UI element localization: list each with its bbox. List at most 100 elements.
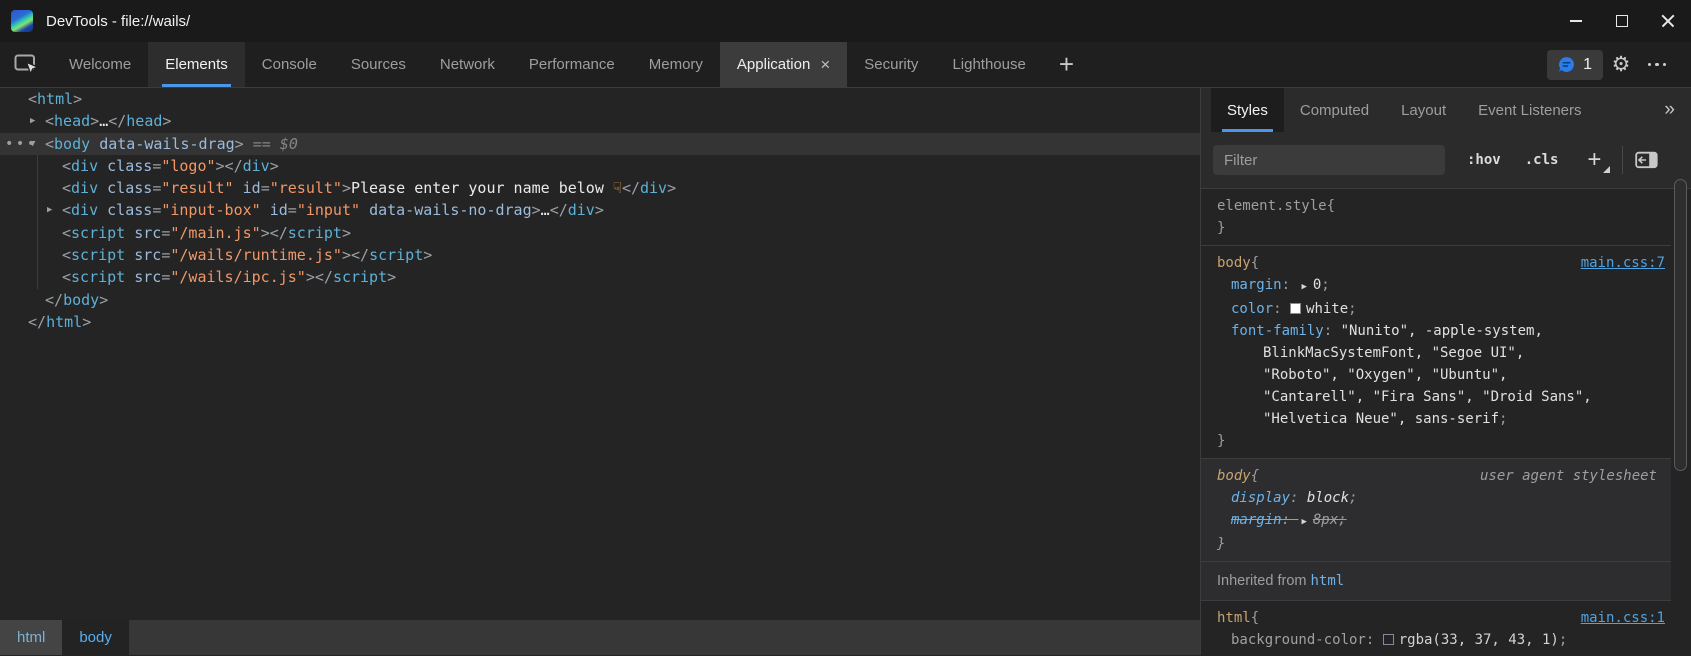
issues-bubble-icon [1558, 56, 1575, 73]
tab-welcome[interactable]: Welcome [52, 42, 148, 87]
property-value-wrap: "Helvetica Neue", sans-serif; [1217, 408, 1665, 430]
inherited-node-link[interactable]: html [1311, 573, 1345, 589]
dom-tree-row[interactable]: <script src="/main.js"></script> [0, 222, 1200, 244]
close-tab-icon[interactable]: × [820, 56, 830, 73]
rule-selector[interactable]: body [1217, 465, 1251, 487]
property-name: margin [1231, 277, 1282, 293]
more-options-button[interactable] [1639, 47, 1675, 83]
expand-arrow-icon[interactable]: ▶ [47, 199, 52, 221]
window-title: DevTools - file://wails/ [46, 13, 190, 30]
dom-breadcrumb: htmlbody [0, 620, 1200, 655]
rule-close-brace: } [1217, 430, 1665, 452]
property-value-wrap: "Roboto", "Oxygen", "Ubuntu", [1217, 364, 1665, 386]
expand-longhand-icon[interactable]: ▶ [1298, 276, 1312, 298]
tab-sources[interactable]: Sources [334, 42, 423, 87]
breadcrumb-item-html[interactable]: html [0, 620, 62, 655]
rule-selector[interactable]: element.style [1217, 195, 1327, 217]
tab-lighthouse[interactable]: Lighthouse [935, 42, 1042, 87]
rule-selector[interactable]: html [1217, 607, 1251, 629]
panel-arrow-icon [1635, 151, 1658, 169]
css-property[interactable]: margin: ▶0; [1217, 274, 1665, 298]
tab-label: Lighthouse [952, 56, 1025, 73]
tab-label: Console [262, 56, 317, 73]
inherited-from-label: Inherited from [1217, 573, 1311, 589]
dom-tree-row[interactable]: •••▼<body data-wails-drag> == $0 [0, 133, 1200, 155]
dom-tree-row[interactable]: ▶<head>…</head> [0, 110, 1200, 132]
plus-icon: + [1587, 146, 1601, 174]
add-tab-button[interactable]: + [1043, 42, 1090, 87]
inspect-element-button[interactable] [0, 42, 52, 87]
dom-tree-row[interactable]: </body> [0, 289, 1200, 311]
computed-styles-sidebar-toggle[interactable] [1635, 151, 1658, 169]
breadcrumb-item-body[interactable]: body [62, 620, 129, 655]
close-button[interactable] [1645, 0, 1691, 42]
tab-application[interactable]: Application × [720, 42, 847, 87]
tab-security[interactable]: Security [847, 42, 935, 87]
sidebar-tab-computed[interactable]: Computed [1284, 88, 1385, 132]
rule-close-brace: } [1217, 217, 1665, 239]
window-controls [1553, 0, 1691, 42]
maximize-icon [1616, 15, 1628, 27]
inspect-element-icon [14, 54, 39, 75]
scrollbar-thumb[interactable] [1674, 179, 1687, 471]
window-titlebar: DevTools - file://wails/ [0, 0, 1691, 42]
issues-count: 1 [1583, 56, 1592, 74]
rule-selector[interactable]: body [1217, 252, 1251, 274]
property-value: block [1307, 490, 1349, 506]
property-name: background-color [1231, 632, 1366, 648]
tab-label: Performance [529, 56, 615, 73]
dom-tree-row[interactable]: <div class="logo"></div> [0, 155, 1200, 177]
css-property[interactable]: display: block; [1217, 487, 1665, 509]
styles-toolbar: :hov .cls + [1201, 132, 1691, 189]
more-tabs-chevron-icon[interactable]: » [1664, 99, 1675, 121]
dom-tree-row[interactable]: <script src="/wails/runtime.js"></script… [0, 244, 1200, 266]
property-value: rgba(33, 37, 43, 1) [1399, 632, 1559, 648]
tab-label: Security [864, 56, 918, 73]
settings-button[interactable]: ⚙ [1603, 47, 1639, 83]
css-property[interactable]: font-family: "Nunito", -apple-system, [1217, 320, 1665, 342]
tab-console[interactable]: Console [245, 42, 334, 87]
toggle-element-classes-button[interactable]: .cls [1525, 152, 1559, 168]
sidebar-tab-event-listeners[interactable]: Event Listeners [1462, 88, 1597, 132]
css-property[interactable]: text-align: center; [1217, 651, 1665, 655]
dom-tree-row[interactable]: ▶<div class="input-box" id="input" data-… [0, 199, 1200, 221]
tab-elements[interactable]: Elements [148, 42, 245, 87]
minimize-button[interactable] [1553, 0, 1599, 42]
stylesheet-link[interactable]: main.css:7 [1581, 252, 1665, 274]
tab-memory[interactable]: Memory [632, 42, 720, 87]
tab-label: Memory [649, 56, 703, 73]
styles-scrollbar[interactable] [1671, 132, 1691, 655]
styles-sidebar: StylesComputedLayoutEvent Listeners » :ho… [1200, 88, 1691, 655]
new-style-rule-button[interactable]: + [1580, 146, 1608, 174]
dom-tree-row[interactable]: <div class="result" id="result">Please e… [0, 177, 1200, 199]
css-property[interactable]: background-color: rgba(33, 37, 43, 1); [1217, 629, 1665, 651]
toolbar-divider [1622, 146, 1623, 174]
toggle-pseudo-state-button[interactable]: :hov [1467, 152, 1501, 168]
css-property[interactable]: color: white; [1217, 298, 1665, 320]
tab-label: Welcome [69, 56, 131, 73]
collapse-arrow-icon[interactable]: ▼ [30, 133, 35, 155]
property-value-wrap: "Cantarell", "Fira Sans", "Droid Sans", [1217, 386, 1665, 408]
sidebar-tab-styles[interactable]: Styles [1211, 88, 1284, 132]
expand-longhand-icon[interactable]: ▶ [1298, 511, 1312, 533]
sidebar-tab-layout[interactable]: Layout [1385, 88, 1462, 132]
styles-filter-input[interactable] [1213, 145, 1445, 175]
dom-tree-row[interactable]: </html> [0, 311, 1200, 333]
color-swatch[interactable] [1290, 303, 1301, 314]
maximize-button[interactable] [1599, 0, 1645, 42]
property-value-wrap: BlinkMacSystemFont, "Segoe UI", [1217, 342, 1665, 364]
tab-performance[interactable]: Performance [512, 42, 632, 87]
tab-label: Application [737, 56, 810, 73]
devtools-toolbar: Welcome Elements Console Sources Network Perf… [0, 42, 1691, 88]
css-property[interactable]: margin: ▶8px; [1217, 509, 1665, 533]
tab-network[interactable]: Network [423, 42, 512, 87]
tab-label: Network [440, 56, 495, 73]
color-swatch[interactable] [1383, 634, 1394, 645]
issues-counter-button[interactable]: 1 [1547, 50, 1603, 80]
styles-rules-list: element.style {}body {main.css:7margin: … [1201, 189, 1671, 655]
dom-tree-row[interactable]: <html> [0, 88, 1200, 110]
minimize-icon [1570, 20, 1582, 22]
expand-arrow-icon[interactable]: ▶ [30, 110, 35, 132]
dom-tree-row[interactable]: <script src="/wails/ipc.js"></script> [0, 266, 1200, 288]
stylesheet-link[interactable]: main.css:1 [1581, 607, 1665, 629]
